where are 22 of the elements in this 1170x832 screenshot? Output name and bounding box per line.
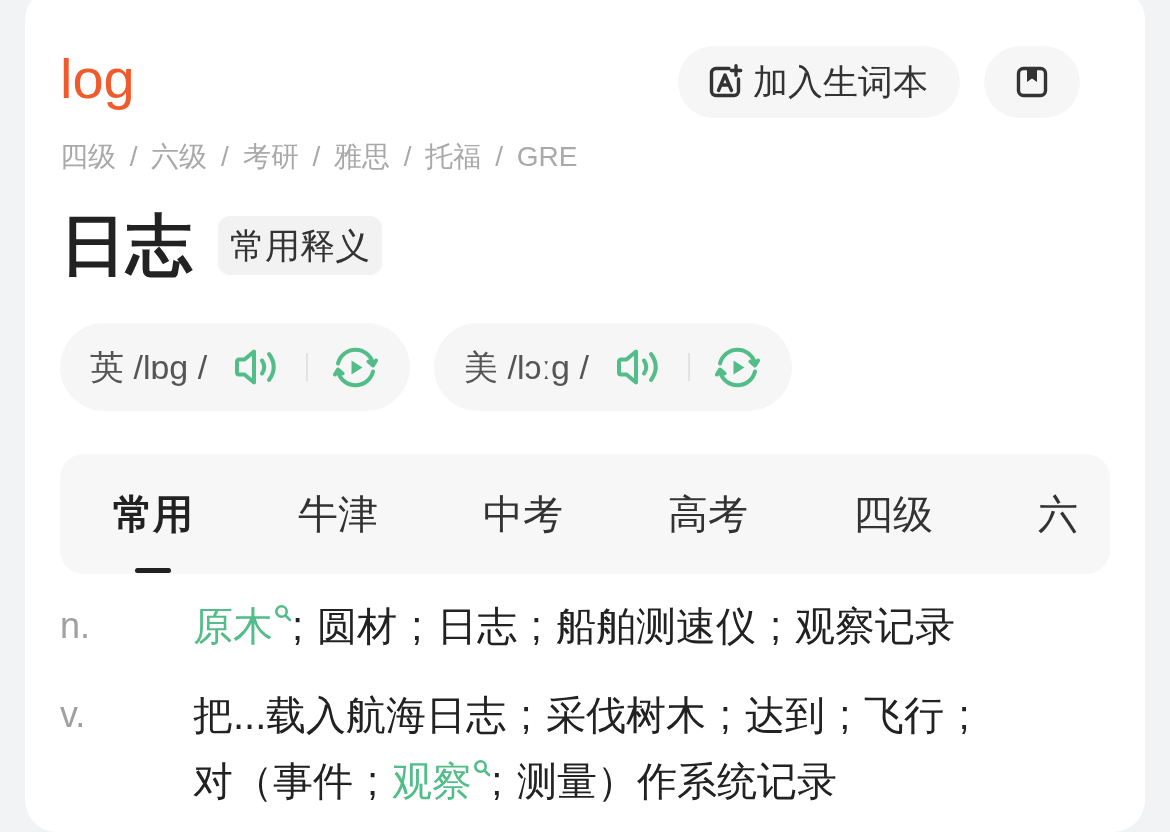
dictionary-tab[interactable]: 四级: [841, 454, 945, 574]
exam-tags: 四级 / 六级 / 考研 / 雅思 / 托福 / GRE: [60, 140, 578, 174]
part-of-speech: v.: [60, 694, 86, 735]
bookmark-icon: [1016, 66, 1048, 98]
selected-tab-indicator: [135, 568, 171, 573]
search-icon: [473, 759, 492, 777]
definition-text: 原木 ; 圆材 ; 日志 ; 船舶测速仪 ; 观察记录: [193, 603, 956, 650]
definition-text: 把...载入航海日志 ; 采伐树木 ; 达到 ; 飞行 ; 对（事件 ; 观察 ; 测量）作系统记录: [193, 692, 971, 805]
search-icon: [274, 604, 292, 622]
dictionary-tab[interactable]: 高考: [656, 454, 760, 574]
phonetic-label: 美 /lɔːg /: [464, 347, 589, 387]
add-word-icon: [707, 64, 743, 100]
headword: log: [60, 47, 135, 111]
add-to-wordbook-button[interactable]: 加入生词本: [678, 46, 960, 118]
meaning-badge: 常用释义: [218, 215, 382, 275]
meaning-title: 日志: [60, 207, 192, 283]
dictionary-tab[interactable]: 六: [1026, 454, 1090, 574]
phonetic-label: 英 /lɒg /: [90, 347, 208, 387]
dictionary-tab[interactable]: 中考: [471, 454, 575, 574]
dictionary-tab[interactable]: 牛津: [286, 454, 390, 574]
dictionary-tab[interactable]: 常用: [101, 454, 205, 574]
part-of-speech: n.: [60, 605, 91, 646]
